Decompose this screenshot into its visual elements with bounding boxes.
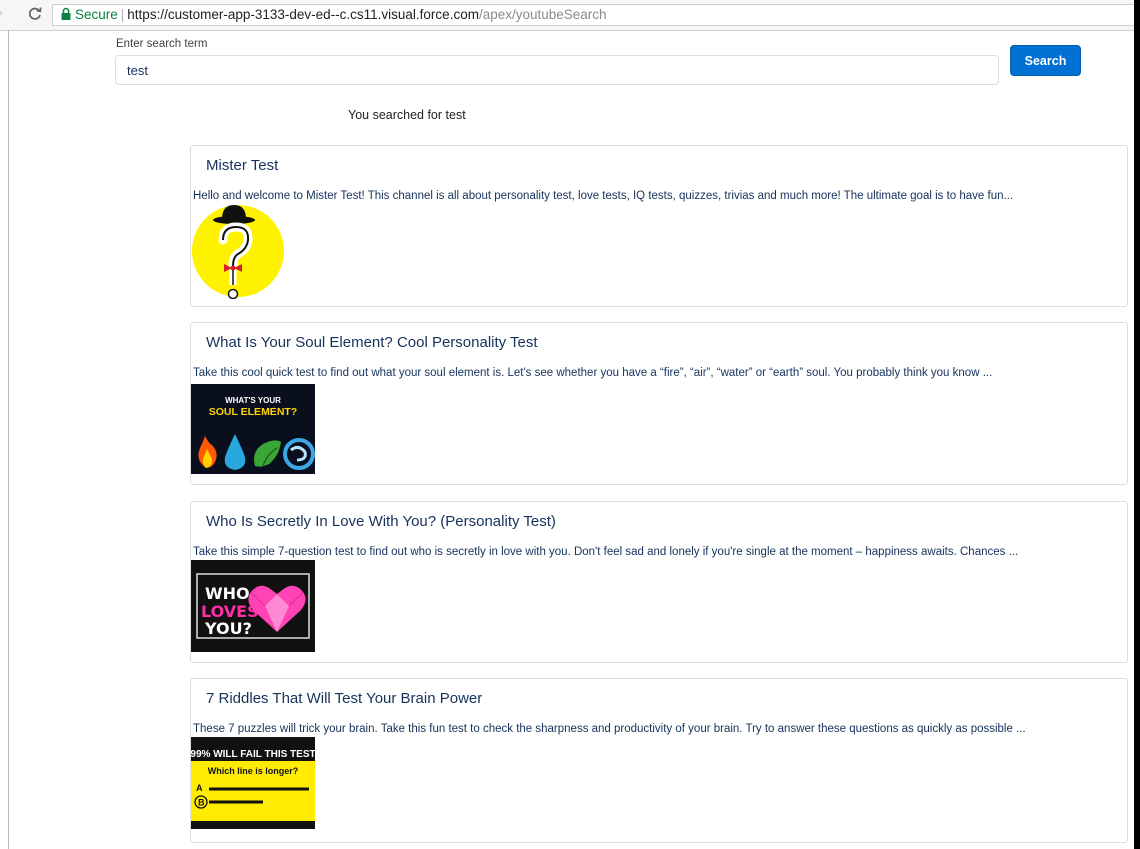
result-title[interactable]: Mister Test bbox=[206, 157, 278, 174]
result-description: Take this cool quick test to find out wh… bbox=[193, 367, 993, 379]
result-title[interactable]: 7 Riddles That Will Test Your Brain Powe… bbox=[206, 690, 482, 707]
thumb-text: WHO bbox=[205, 584, 250, 603]
result-thumbnail[interactable] bbox=[191, 203, 291, 299]
result-description: Take this simple 7-question test to find… bbox=[193, 546, 1019, 558]
thumb-text: B bbox=[198, 798, 205, 808]
reload-icon[interactable] bbox=[26, 5, 44, 23]
forward-arrow-icon[interactable]: › bbox=[0, 6, 10, 22]
result-description: Hello and welcome to Mister Test! This c… bbox=[193, 190, 1014, 202]
thumb-text: YOU? bbox=[204, 619, 252, 638]
result-card[interactable]: Mister Test Hello and welcome to Mister … bbox=[190, 145, 1128, 307]
search-input[interactable] bbox=[115, 55, 999, 85]
url-path: /apex/youtubeSearch bbox=[478, 7, 607, 22]
search-label: Enter search term bbox=[116, 38, 208, 50]
address-bar: › Secure|https://customer-app-3133-dev-e… bbox=[0, 0, 1134, 31]
left-divider bbox=[8, 30, 9, 849]
url-bar[interactable]: Secure | https://customer-app-3133-dev-ed-… bbox=[52, 4, 1134, 26]
result-card[interactable]: 7 Riddles That Will Test Your Brain Powe… bbox=[190, 678, 1128, 843]
result-description: These 7 puzzles will trick your brain. T… bbox=[193, 723, 1026, 735]
result-thumbnail[interactable]: 99% WILL FAIL THIS TEST Which line is lo… bbox=[191, 737, 315, 829]
url-separator: | bbox=[120, 7, 125, 22]
result-thumbnail[interactable]: WHO LOVES YOU? bbox=[191, 560, 315, 652]
thumb-text: SOUL ELEMENT? bbox=[209, 406, 297, 418]
thumb-text: WHAT'S YOUR bbox=[225, 396, 281, 405]
thumb-text: 99% WILL FAIL THIS TEST bbox=[191, 749, 315, 760]
result-title[interactable]: Who Is Secretly In Love With You? (Perso… bbox=[206, 513, 556, 530]
result-title[interactable]: What Is Your Soul Element? Cool Personal… bbox=[206, 334, 538, 351]
mister-test-logo bbox=[191, 203, 291, 299]
result-card[interactable]: What Is Your Soul Element? Cool Personal… bbox=[190, 322, 1128, 485]
result-card[interactable]: Who Is Secretly In Love With You? (Perso… bbox=[190, 501, 1128, 663]
url-host: https://customer-app-3133-dev-ed--c.cs11… bbox=[127, 7, 479, 22]
result-thumbnail[interactable]: WHAT'S YOUR SOUL ELEMENT? bbox=[191, 384, 315, 474]
search-button[interactable]: Search bbox=[1010, 45, 1081, 76]
lock-icon bbox=[60, 7, 72, 21]
search-result-text: You searched for test bbox=[348, 108, 466, 122]
thumb-text: Which line is longer? bbox=[208, 766, 299, 776]
browser-window: › Secure|https://customer-app-3133-dev-e… bbox=[0, 0, 1134, 849]
thumb-text: A bbox=[196, 783, 203, 793]
secure-label: Secure bbox=[75, 7, 118, 22]
